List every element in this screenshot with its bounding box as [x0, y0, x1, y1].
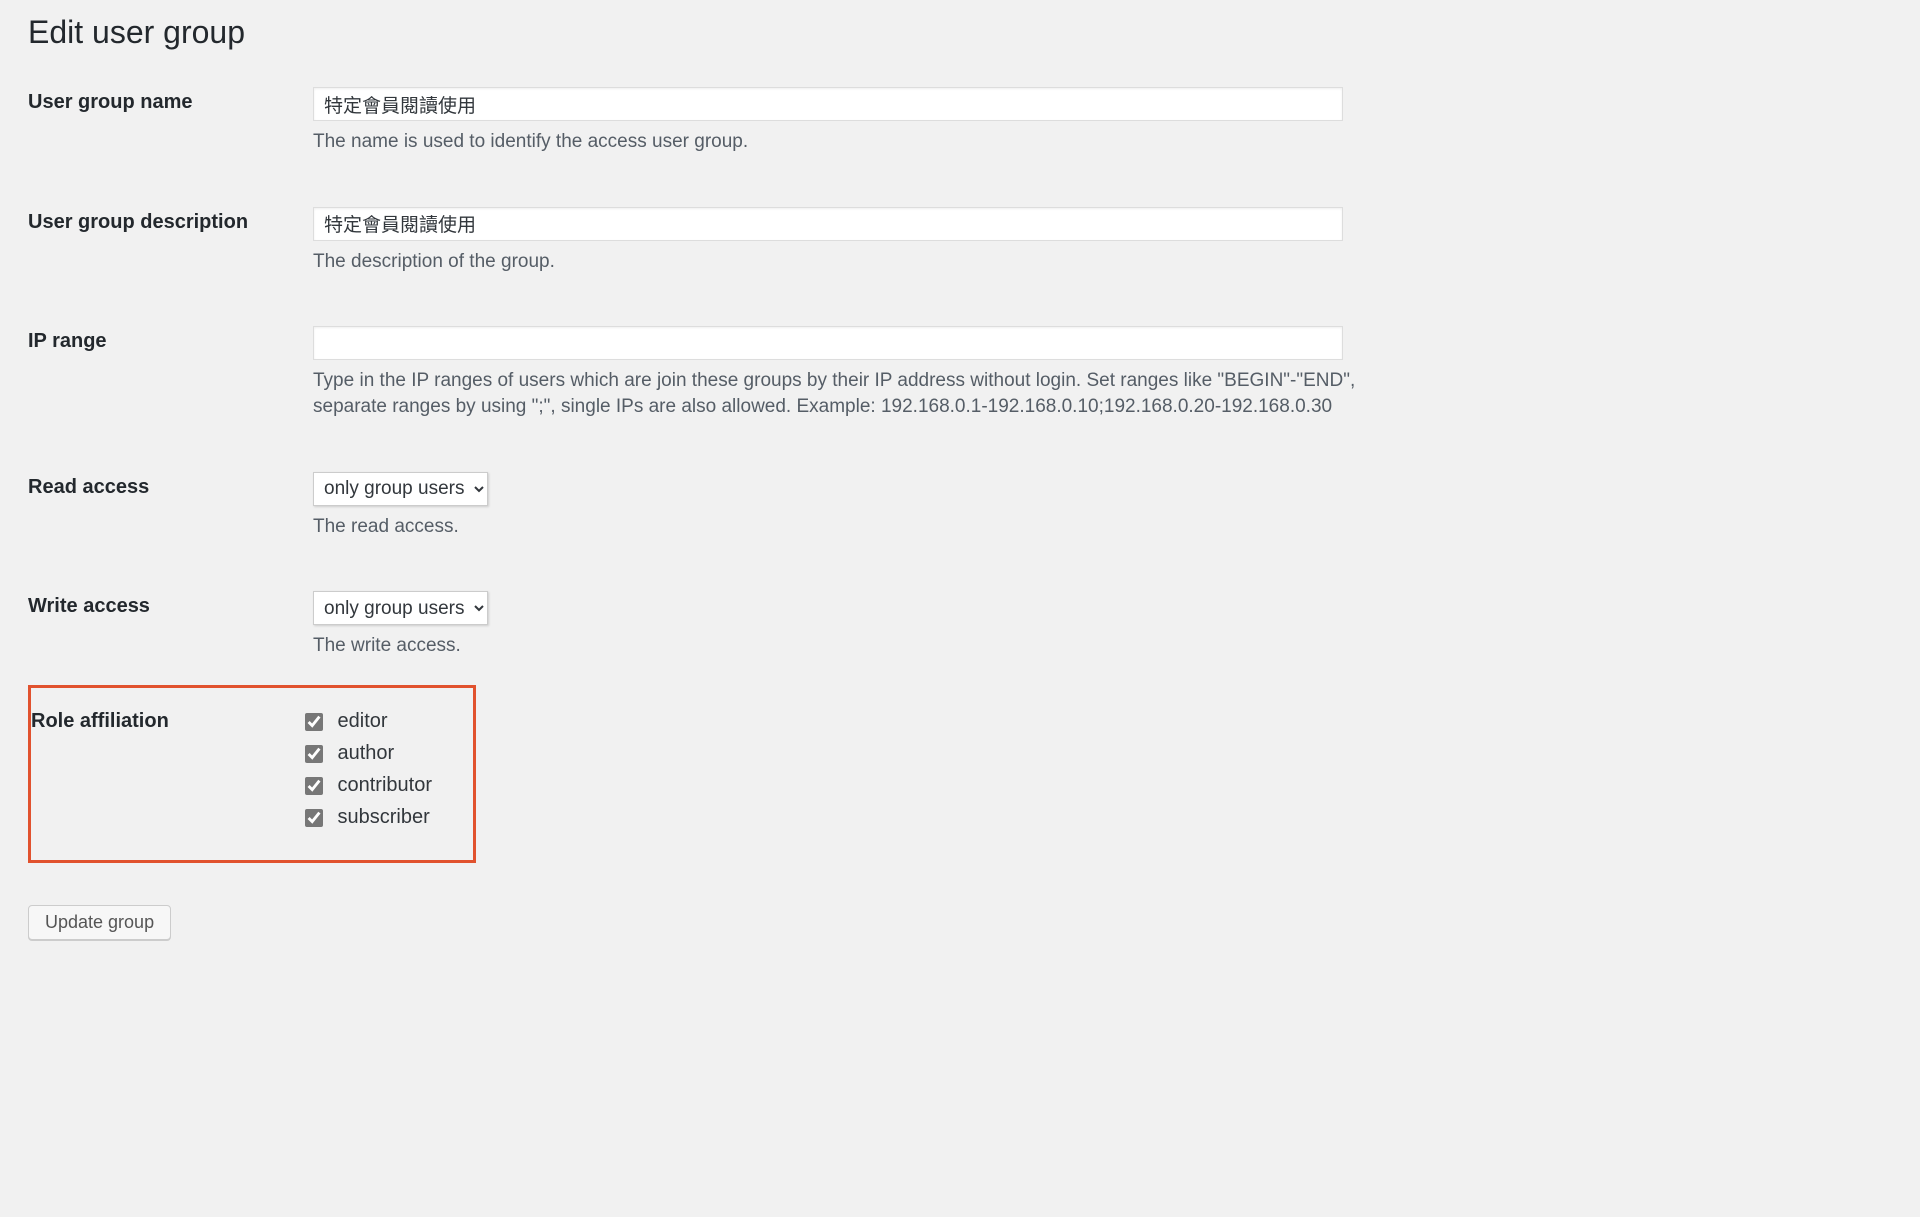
- role-item-author: author: [301, 742, 464, 766]
- label-write-access: Write access: [28, 565, 313, 685]
- page-title: Edit user group: [28, 14, 1892, 51]
- role-item-subscriber: subscriber: [301, 806, 464, 830]
- user-group-name-desc: The name is used to identify the access …: [313, 129, 1358, 155]
- role-label: subscriber: [338, 806, 430, 829]
- role-affiliation-section: Role affiliation editor author contribut…: [28, 685, 476, 863]
- role-checkbox-subscriber[interactable]: [305, 809, 323, 827]
- role-item-editor: editor: [301, 710, 464, 734]
- ip-range-input[interactable]: [313, 326, 1343, 360]
- ip-range-desc: Type in the IP ranges of users which are…: [313, 368, 1358, 419]
- role-label: editor: [338, 710, 388, 733]
- read-access-select[interactable]: only group users: [313, 472, 488, 506]
- read-access-desc: The read access.: [313, 514, 1358, 540]
- role-checkbox-contributor[interactable]: [305, 777, 323, 795]
- label-user-group-name: User group name: [28, 61, 313, 181]
- role-item-contributor: contributor: [301, 774, 464, 798]
- label-ip-range: IP range: [28, 300, 313, 445]
- update-group-button[interactable]: Update group: [28, 905, 171, 940]
- label-user-group-description: User group description: [28, 181, 313, 301]
- label-read-access: Read access: [28, 446, 313, 566]
- label-role-affiliation: Role affiliation: [30, 686, 301, 861]
- user-group-description-desc: The description of the group.: [313, 249, 1358, 275]
- write-access-select[interactable]: only group users: [313, 591, 488, 625]
- role-label: contributor: [338, 774, 433, 797]
- role-label: author: [338, 742, 395, 765]
- role-checkbox-author[interactable]: [305, 745, 323, 763]
- write-access-desc: The write access.: [313, 633, 1358, 659]
- role-checkbox-editor[interactable]: [305, 713, 323, 731]
- user-group-description-input[interactable]: [313, 207, 1343, 241]
- user-group-name-input[interactable]: [313, 87, 1343, 121]
